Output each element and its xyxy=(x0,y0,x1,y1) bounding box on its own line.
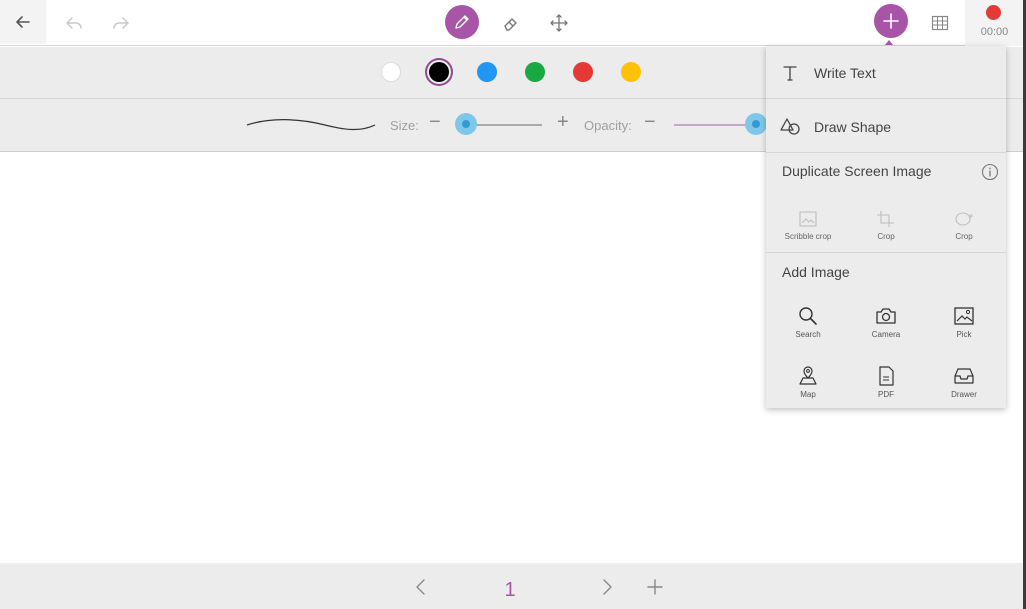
pick-image-label: Pick xyxy=(956,330,972,339)
size-slider-knob[interactable] xyxy=(455,113,477,135)
crop-icon xyxy=(877,211,894,227)
grid-button[interactable] xyxy=(923,6,957,40)
draw-shape-item[interactable]: Draw Shape xyxy=(766,100,1006,153)
circle-crop-icon xyxy=(955,212,973,226)
size-decrease-button[interactable]: − xyxy=(429,111,441,134)
current-page-number: 1 xyxy=(504,579,516,601)
camera-label: Camera xyxy=(871,330,901,339)
move-icon xyxy=(550,14,568,32)
back-button[interactable] xyxy=(0,0,46,44)
pdf-file-icon xyxy=(879,366,894,386)
drawer-item[interactable]: Drawer xyxy=(924,366,1004,414)
page-navigation-bar: 1 xyxy=(0,563,1024,609)
map-pin-icon xyxy=(799,366,817,385)
search-icon xyxy=(799,307,817,325)
size-increase-button[interactable]: + xyxy=(557,111,569,134)
menu-divider xyxy=(766,252,1006,253)
scribble-crop-icon xyxy=(799,211,817,227)
add-button[interactable] xyxy=(874,4,908,38)
eraser-tool-button[interactable] xyxy=(494,6,528,40)
record-dot-icon xyxy=(986,5,1001,20)
scribble-crop-label: Scribble crop xyxy=(784,232,832,241)
write-text-item[interactable]: Write Text xyxy=(766,46,1006,99)
record-button[interactable]: 00:00 xyxy=(965,0,1024,46)
scribble-crop-item[interactable]: Scribble crop xyxy=(768,210,848,258)
chevron-left-icon xyxy=(416,579,425,595)
circle-crop-item[interactable]: Crop xyxy=(924,210,1004,258)
info-icon[interactable] xyxy=(981,163,999,181)
size-label: Size: xyxy=(390,118,419,133)
whiteboard-app: 00:00 Size: − + Opacity: − 1 Write Text … xyxy=(0,0,1026,609)
add-page-button[interactable] xyxy=(644,576,666,598)
add-menu-caret xyxy=(885,40,893,45)
move-tool-button[interactable] xyxy=(542,6,576,40)
chevron-right-icon xyxy=(603,579,612,595)
undo-button[interactable] xyxy=(57,6,91,40)
image-search-item[interactable]: Search xyxy=(768,306,848,354)
drawer-label: Drawer xyxy=(951,390,977,399)
eraser-icon xyxy=(504,18,517,31)
undo-icon xyxy=(66,17,82,29)
camera-icon xyxy=(876,308,896,324)
size-slider-track[interactable] xyxy=(466,124,542,126)
pdf-label: PDF xyxy=(878,390,894,399)
grid-icon xyxy=(931,15,949,31)
plus-icon xyxy=(883,13,899,29)
color-swatch-black[interactable] xyxy=(429,62,449,82)
add-image-title: Add Image xyxy=(782,264,850,280)
back-arrow-icon xyxy=(16,16,30,28)
prev-page-button[interactable] xyxy=(410,576,432,598)
shapes-icon xyxy=(778,115,802,139)
map-label: Map xyxy=(800,390,816,399)
redo-button[interactable] xyxy=(104,6,138,40)
pick-image-item[interactable]: Pick xyxy=(924,306,1004,354)
pencil-tool-button[interactable] xyxy=(445,5,479,39)
color-swatch-white[interactable] xyxy=(381,62,401,82)
next-page-button[interactable] xyxy=(596,576,618,598)
add-content-menu: Write Text Draw Shape Duplicate Screen I… xyxy=(766,46,1006,408)
draw-shape-label: Draw Shape xyxy=(814,119,892,135)
opacity-label: Opacity: xyxy=(584,118,632,133)
record-time: 00:00 xyxy=(980,26,1009,38)
drawer-icon xyxy=(954,368,974,384)
color-swatch-yellow[interactable] xyxy=(621,62,641,82)
pencil-icon xyxy=(455,15,469,29)
crop-label: Crop xyxy=(877,232,895,241)
top-toolbar: 00:00 xyxy=(0,0,1024,46)
circle-crop-label: Crop xyxy=(955,232,973,241)
write-text-label: Write Text xyxy=(814,65,876,81)
color-swatch-blue[interactable] xyxy=(477,62,497,82)
image-icon xyxy=(954,307,974,325)
opacity-decrease-button[interactable]: − xyxy=(644,111,656,134)
pdf-item[interactable]: PDF xyxy=(846,366,926,414)
redo-icon xyxy=(113,17,129,29)
image-search-label: Search xyxy=(795,330,821,339)
opacity-slider-knob[interactable] xyxy=(745,113,767,135)
duplicate-screen-title: Duplicate Screen Image xyxy=(782,163,932,179)
color-swatch-green[interactable] xyxy=(525,62,545,82)
plus-icon xyxy=(647,579,663,595)
opacity-slider-track[interactable] xyxy=(674,124,754,126)
text-icon xyxy=(778,61,802,85)
stroke-preview xyxy=(246,119,376,131)
crop-item[interactable]: Crop xyxy=(846,210,926,258)
map-item[interactable]: Map xyxy=(768,366,848,414)
color-swatch-red[interactable] xyxy=(573,62,593,82)
camera-item[interactable]: Camera xyxy=(846,306,926,354)
